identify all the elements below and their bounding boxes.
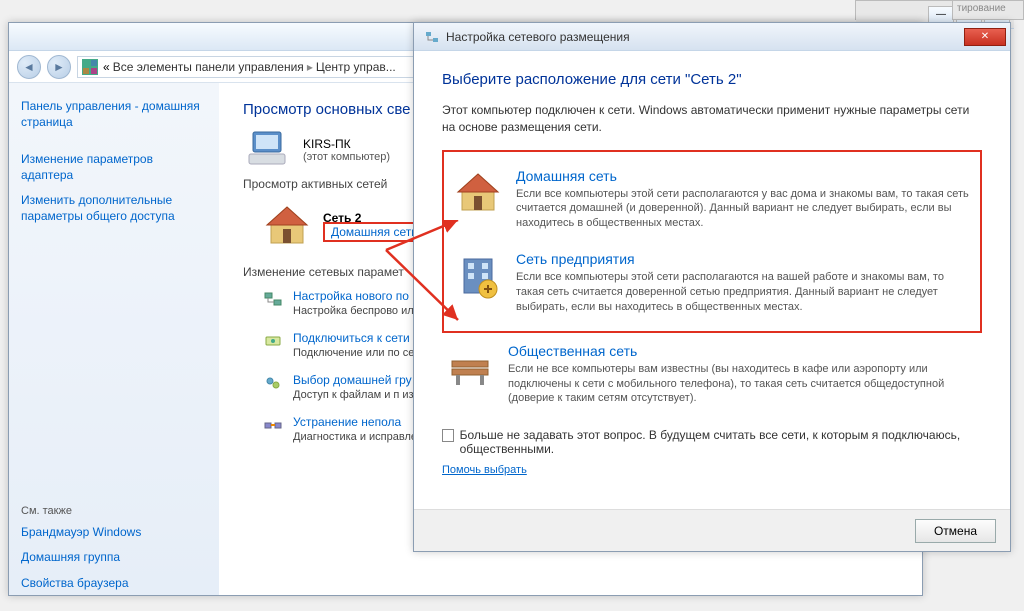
breadcrumb-item[interactable]: Все элементы панели управления <box>113 60 304 74</box>
choice-desc: Если не все компьютеры вам известны (вы … <box>508 362 978 407</box>
sidebar: Панель управления - домашняя страница Из… <box>9 83 219 595</box>
breadcrumb-item[interactable]: Центр управ... <box>316 60 396 74</box>
back-button[interactable]: ◄ <box>17 55 41 79</box>
sidebar-browser-props[interactable]: Свойства браузера <box>21 576 207 592</box>
network-location-dialog: Настройка сетевого размещения ✕ Выберите… <box>413 22 1011 552</box>
choice-home-network[interactable]: Домашняя сеть Если все компьютеры этой с… <box>450 158 974 242</box>
forward-button[interactable]: ► <box>47 55 71 79</box>
dialog-title: Настройка сетевого размещения <box>446 30 630 44</box>
dont-ask-checkbox[interactable] <box>442 429 454 442</box>
help-link[interactable]: Помочь выбрать <box>442 464 982 476</box>
see-also-header: См. также <box>21 505 207 517</box>
connection-icon <box>263 289 283 309</box>
computer-name: KIRS-ПК <box>303 137 390 151</box>
sidebar-homegroup[interactable]: Домашняя группа <box>21 550 207 566</box>
cancel-button[interactable]: Отмена <box>915 519 996 543</box>
checkbox-label: Больше не задавать этот вопрос. В будуще… <box>460 428 982 456</box>
highlighted-choices: Домашняя сеть Если все компьютеры этой с… <box>442 150 982 333</box>
minimize-button[interactable]: — <box>928 6 954 24</box>
sidebar-home[interactable]: Панель управления - домашняя страница <box>21 99 207 130</box>
choice-title: Сеть предприятия <box>516 251 970 267</box>
sidebar-adapter-settings[interactable]: Изменение параметров адаптера <box>21 152 207 183</box>
close-button[interactable]: ✕ <box>964 28 1006 46</box>
sidebar-firewall[interactable]: Брандмауэр Windows <box>21 525 207 541</box>
computer-icon <box>243 130 291 169</box>
network-icon <box>424 29 440 45</box>
choice-desc: Если все компьютеры этой сети располагаю… <box>516 187 970 232</box>
dialog-intro: Этот компьютер подключен к сети. Windows… <box>442 102 982 136</box>
dialog-titlebar: Настройка сетевого размещения ✕ <box>414 23 1010 51</box>
choice-title: Домашняя сеть <box>516 168 970 184</box>
office-icon <box>454 251 502 299</box>
troubleshoot-icon <box>263 415 283 435</box>
choice-work-network[interactable]: Сеть предприятия Если все компьютеры это… <box>450 241 974 325</box>
homegroup-icon <box>263 373 283 393</box>
house-icon <box>454 168 502 216</box>
dialog-footer: Отмена <box>414 509 1010 551</box>
network-type-link[interactable]: Домашняя сеть <box>323 222 425 242</box>
control-panel-icon <box>82 59 98 75</box>
choice-public-network[interactable]: Общественная сеть Если не все компьютеры… <box>442 333 982 417</box>
dialog-heading: Выберите расположение для сети "Сеть 2" <box>442 71 982 88</box>
computer-label: (этот компьютер) <box>303 151 390 163</box>
house-icon <box>263 201 311 249</box>
choice-title: Общественная сеть <box>508 343 978 359</box>
connect-icon <box>263 331 283 351</box>
bench-icon <box>446 343 494 391</box>
sidebar-sharing-settings[interactable]: Изменить дополнительные параметры общего… <box>21 193 207 224</box>
choice-desc: Если все компьютеры этой сети располагаю… <box>516 270 970 315</box>
